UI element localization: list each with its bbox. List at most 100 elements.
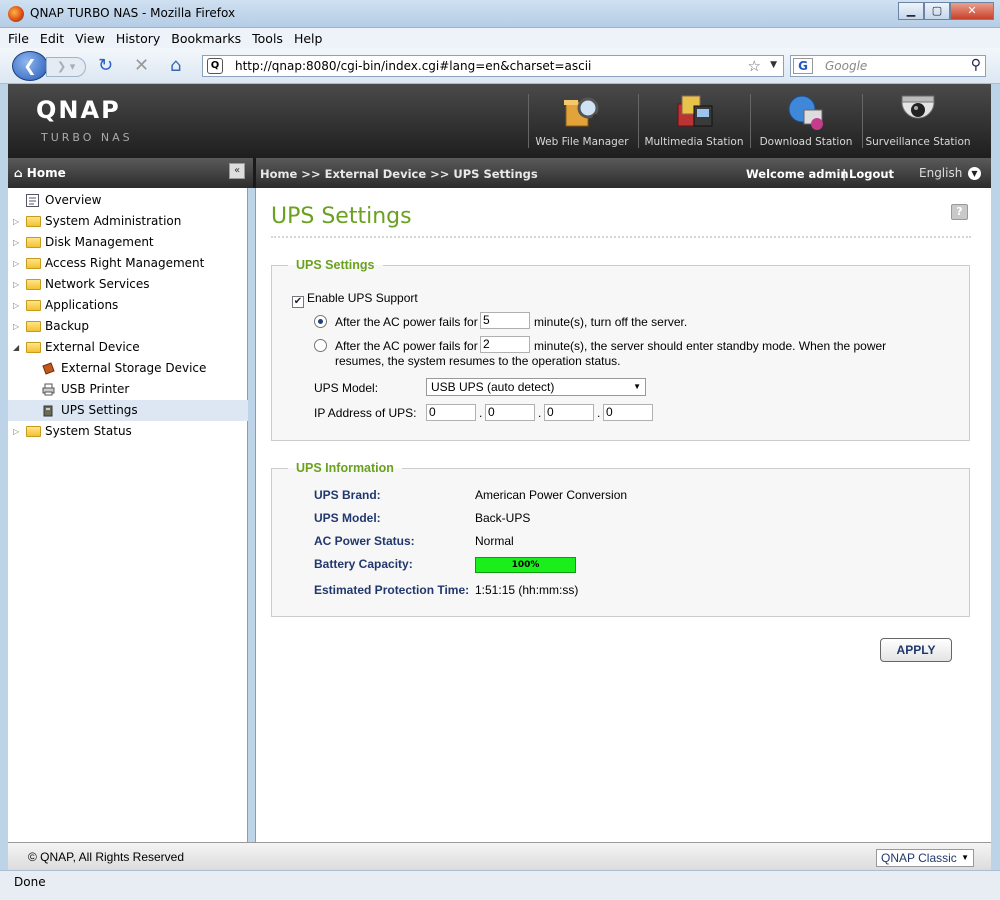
help-icon[interactable]: ?	[951, 204, 968, 220]
menu-view[interactable]: View	[75, 31, 105, 46]
external-storage-icon	[42, 362, 55, 375]
menu-help[interactable]: Help	[294, 31, 323, 46]
sidebar-item-external-storage-device[interactable]: External Storage Device	[8, 358, 248, 379]
ups-brand-value: American Power Conversion	[475, 488, 628, 502]
back-button[interactable]: ❮	[12, 51, 48, 81]
menu-edit[interactable]: Edit	[40, 31, 64, 46]
window-frame-left	[0, 84, 8, 870]
qnap-header: QNAP Turbo NAS Web File Manager Multimed…	[8, 84, 991, 158]
sidebar-item-access-right-management[interactable]: ▷ Access Right Management	[8, 253, 248, 274]
top-navigation-bar: ⌂ Home « Home >> External Device >> UPS …	[8, 158, 991, 188]
web-file-manager-icon	[564, 97, 603, 127]
expand-arrow-icon[interactable]: ▷	[13, 274, 19, 295]
protection-time-value: 1:51:15 (hh:mm:ss)	[475, 583, 579, 597]
url-bar[interactable]: Q http://qnap:8080/cgi-bin/index.cgi#lan…	[202, 55, 784, 77]
minimize-button[interactable]: ▁	[898, 2, 924, 20]
protection-time-label: Estimated Protection Time:	[314, 583, 470, 597]
standby-radio[interactable]	[314, 339, 327, 352]
collapse-arrow-icon[interactable]: ◢	[13, 337, 19, 358]
shutdown-radio[interactable]	[314, 315, 327, 328]
surveillance-station-link[interactable]: Surveillance Station	[862, 90, 974, 148]
welcome-separator: |	[842, 167, 847, 181]
sidebar-item-overview[interactable]: Overview	[8, 190, 248, 211]
menu-tools[interactable]: Tools	[252, 31, 283, 46]
collapse-sidebar-button[interactable]: «	[229, 163, 245, 179]
theme-select[interactable]: QNAP Classic ▼	[876, 849, 974, 867]
shutdown-suffix: minute(s), turn off the server.	[534, 315, 688, 329]
menu-bookmarks[interactable]: Bookmarks	[171, 31, 241, 46]
menu-history[interactable]: History	[116, 31, 160, 46]
title-divider	[271, 236, 971, 238]
home-icon: ⌂	[14, 166, 23, 180]
expand-arrow-icon[interactable]: ▷	[13, 253, 19, 274]
sidebar-item-disk-management[interactable]: ▷ Disk Management	[8, 232, 248, 253]
sidebar-item-label: System Administration	[45, 214, 182, 228]
sidebar-item-ups-settings[interactable]: UPS Settings	[8, 400, 248, 421]
ip-dot: .	[538, 406, 542, 420]
ups-model-info-value: Back-UPS	[475, 511, 531, 525]
language-dropdown-icon[interactable]: ▼	[968, 167, 981, 180]
home-icon[interactable]: ⌂	[170, 56, 181, 76]
search-input[interactable]: Google	[825, 59, 867, 73]
sidebar-item-system-administration[interactable]: ▷ System Administration	[8, 211, 248, 232]
sidebar-item-usb-printer[interactable]: USB Printer	[8, 379, 248, 400]
standby-suffix: minute(s), the server should enter stand…	[534, 339, 887, 353]
welcome-text: Welcome admin	[746, 167, 849, 181]
folder-icon	[26, 321, 41, 332]
sidebar-item-external-device[interactable]: ◢ External Device	[8, 337, 248, 358]
url-text[interactable]: http://qnap:8080/cgi-bin/index.cgi#lang=…	[235, 59, 591, 73]
sidebar-item-label: Network Services	[45, 277, 150, 291]
folder-icon	[26, 216, 41, 227]
sidebar-item-applications[interactable]: ▷ Applications	[8, 295, 248, 316]
menu-file[interactable]: File	[8, 31, 29, 46]
enable-ups-checkbox[interactable]: ✔	[292, 296, 304, 308]
web-file-manager-link[interactable]: Web File Manager	[526, 90, 638, 148]
multimedia-station-link[interactable]: Multimedia Station	[638, 90, 750, 148]
download-station-label: Download Station	[759, 136, 853, 148]
ip-octet-3-input[interactable]: 0	[544, 404, 594, 421]
bookmark-star-icon[interactable]: ☆	[748, 57, 761, 75]
expand-arrow-icon[interactable]: ▷	[13, 421, 19, 442]
shutdown-minutes-input[interactable]: 5	[480, 312, 530, 329]
expand-arrow-icon[interactable]: ▷	[13, 295, 19, 316]
copyright-text: © QNAP, All Rights Reserved	[28, 850, 185, 864]
sidebar-home-link[interactable]: ⌂ Home	[14, 166, 66, 180]
close-button[interactable]: ✕	[950, 2, 994, 20]
battery-capacity-bar: 100%	[475, 557, 576, 573]
search-engine-icon[interactable]: G	[793, 58, 813, 74]
url-dropdown-icon[interactable]: ▼	[770, 60, 777, 70]
overview-icon	[26, 194, 39, 207]
sidebar-item-network-services[interactable]: ▷ Network Services	[8, 274, 248, 295]
download-station-link[interactable]: Download Station	[750, 90, 862, 148]
sidebar-item-system-status[interactable]: ▷ System Status	[8, 421, 248, 442]
ip-octet-2-input[interactable]: 0	[485, 404, 535, 421]
search-icon[interactable]: ⚲	[971, 57, 981, 73]
maximize-button[interactable]: ▢	[924, 2, 950, 20]
site-identity-icon[interactable]: Q	[207, 58, 223, 74]
ip-octet-4-input[interactable]: 0	[603, 404, 653, 421]
standby-minutes-input[interactable]: 2	[480, 336, 530, 353]
sidebar-item-backup[interactable]: ▷ Backup	[8, 316, 248, 337]
enable-ups-row[interactable]: ✔ Enable UPS Support	[292, 291, 418, 308]
sidebar-item-label: External Storage Device	[61, 361, 207, 375]
stop-icon[interactable]: ✕	[134, 56, 149, 76]
battery-capacity-label: Battery Capacity:	[314, 557, 413, 571]
reload-icon[interactable]: ↻	[98, 56, 113, 76]
browser-status-bar: Done	[0, 870, 1000, 900]
expand-arrow-icon[interactable]: ▷	[13, 316, 19, 337]
search-box[interactable]: G Google ⚲	[790, 55, 986, 77]
ups-icon	[43, 405, 53, 417]
folder-icon	[26, 258, 41, 269]
apply-button[interactable]: APPLY	[880, 638, 952, 662]
language-select[interactable]: English	[919, 166, 962, 180]
enable-ups-label: Enable UPS Support	[307, 291, 418, 305]
sidebar-item-label: USB Printer	[61, 382, 130, 396]
ups-model-select[interactable]: USB UPS (auto detect) ▼	[426, 378, 646, 396]
expand-arrow-icon[interactable]: ▷	[13, 211, 19, 232]
expand-arrow-icon[interactable]: ▷	[13, 232, 19, 253]
logout-link[interactable]: Logout	[849, 167, 894, 181]
status-text: Done	[14, 875, 46, 889]
surveillance-station-icon	[901, 95, 935, 119]
ip-octet-1-input[interactable]: 0	[426, 404, 476, 421]
forward-button[interactable]: ❯ ▾	[46, 57, 86, 77]
